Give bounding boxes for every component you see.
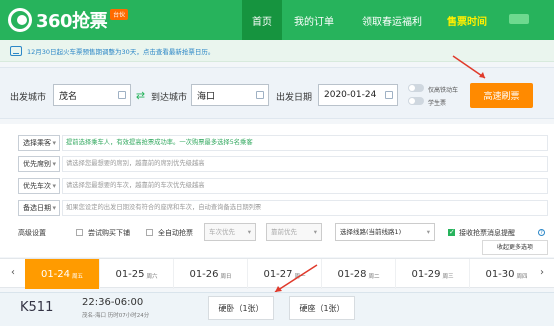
seat-priority-hint[interactable]: 请选择您最想要的席别，越靠前的席别优先级越高: [62, 156, 548, 172]
train-number: K511: [20, 300, 54, 315]
date-tab-01-24[interactable]: 01-24 周五: [25, 259, 99, 289]
hard-seat-button[interactable]: 硬座（1张）: [289, 296, 355, 320]
previous-date-icon[interactable]: ‹: [11, 267, 15, 278]
passenger-hint[interactable]: 提前选择乘车人，有效提高抢票成功率。一次购票最多选择5名乘客: [62, 135, 548, 151]
train-route: 茂名-海口 历时07小时24分: [82, 313, 150, 319]
seat-priority-dropdown[interactable]: 靠前优先: [266, 223, 322, 241]
train-time: 22:36-06:00: [82, 297, 144, 308]
logo-badge: 台伙: [110, 8, 129, 20]
location-icon: [118, 91, 126, 99]
train-priority-select[interactable]: 优先车次: [18, 178, 60, 194]
notify-checkbox[interactable]: [448, 228, 455, 236]
train-priority-hint[interactable]: 请选择您最想要的车次，越靠前的车次优先级越高: [62, 178, 548, 194]
red-arrow-icon: [452, 55, 486, 79]
auto-grab-checkbox[interactable]: [146, 229, 153, 236]
nav-ticket-time[interactable]: 售票时间: [439, 0, 495, 40]
seat-filter-row[interactable]: 优先席别 请选择您最想要的席别，越靠前的席别优先级越高: [18, 156, 548, 172]
calendar-icon: [385, 91, 393, 99]
nav-home[interactable]: 首页: [242, 0, 282, 40]
departure-date-input[interactable]: 2020-01-24: [318, 84, 398, 106]
nav-spring-benefit[interactable]: 领取春运福利: [350, 0, 434, 40]
advanced-settings-label: 高级设置: [18, 229, 46, 237]
swap-city-icon[interactable]: ⇄: [135, 90, 146, 101]
student-label: 学生票: [428, 100, 447, 107]
departure-date-label: 出发日期: [276, 93, 313, 103]
search-button[interactable]: 高速刷票: [470, 83, 533, 108]
train-filter-row[interactable]: 优先车次 请选择您最想要的车次，越靠前的车次优先级越高: [18, 178, 548, 194]
logo-text: 360抢票: [36, 11, 108, 32]
lower-berth-checkbox[interactable]: [76, 229, 83, 236]
from-city-label: 出发城市: [10, 93, 47, 103]
brand-logo[interactable]: 360抢票 台伙: [8, 6, 129, 34]
top-navigation-bar: 360抢票 台伙 首页 我的订单 领取春运福利 售票时间: [0, 0, 554, 40]
logo-icon: [8, 8, 32, 32]
sleeper-seat-button[interactable]: 硬卧（1张）: [208, 296, 274, 320]
seat-priority-select[interactable]: 优先席别: [18, 156, 60, 172]
route-select[interactable]: 选择线路(当前线路1): [335, 223, 435, 241]
train-priority-dropdown[interactable]: 车次优先: [204, 223, 256, 241]
date-tab-01-28[interactable]: 01-28 周二: [321, 259, 395, 289]
collapse-options-button[interactable]: 收起更多选项: [482, 240, 548, 255]
from-city-input[interactable]: 茂名: [53, 84, 131, 106]
notify-label[interactable]: 接收抢票消息提醒: [459, 228, 515, 238]
train-icon: [10, 45, 22, 56]
date-tab-01-30[interactable]: 01-30 周四: [469, 259, 543, 289]
next-date-icon[interactable]: ›: [540, 267, 544, 278]
nav-orders[interactable]: 我的订单: [286, 0, 342, 40]
auto-grab-label[interactable]: 全自动抢票: [158, 228, 193, 238]
notice-text[interactable]: 12月30日起火车票预售期调整为30天，点击查看最新抢票日历。: [27, 46, 214, 56]
user-menu-icon[interactable]: [509, 14, 529, 24]
backup-date-hint[interactable]: 如果您设定的出发日期没有符合的座席和车次，自动查询备选日期列票: [62, 200, 548, 216]
date-filter-row[interactable]: 备选日期 如果您设定的出发日期没有符合的座席和车次，自动查询备选日期列票: [18, 200, 548, 216]
date-tab-01-25[interactable]: 01-25 周六: [99, 259, 173, 289]
location-icon: [256, 91, 264, 99]
passenger-select[interactable]: 选择乘客: [18, 135, 60, 151]
lower-berth-label[interactable]: 尝试购买下铺: [88, 228, 130, 238]
date-tab-01-26[interactable]: 01-26 周日: [173, 259, 247, 289]
passenger-filter-row[interactable]: 选择乘客 提前选择乘车人，有效提高抢票成功率。一次购票最多选择5名乘客: [18, 135, 548, 151]
to-city-input[interactable]: 海口: [191, 84, 269, 106]
to-city-label: 到达城市: [151, 93, 188, 103]
help-icon[interactable]: ?: [538, 229, 545, 236]
date-tab-01-29[interactable]: 01-29 周三: [395, 259, 469, 289]
highspeed-toggle[interactable]: [408, 84, 424, 92]
backup-date-select[interactable]: 备选日期: [18, 200, 60, 216]
student-toggle[interactable]: [408, 97, 424, 105]
highspeed-label: 仅高铁动车: [428, 87, 459, 94]
